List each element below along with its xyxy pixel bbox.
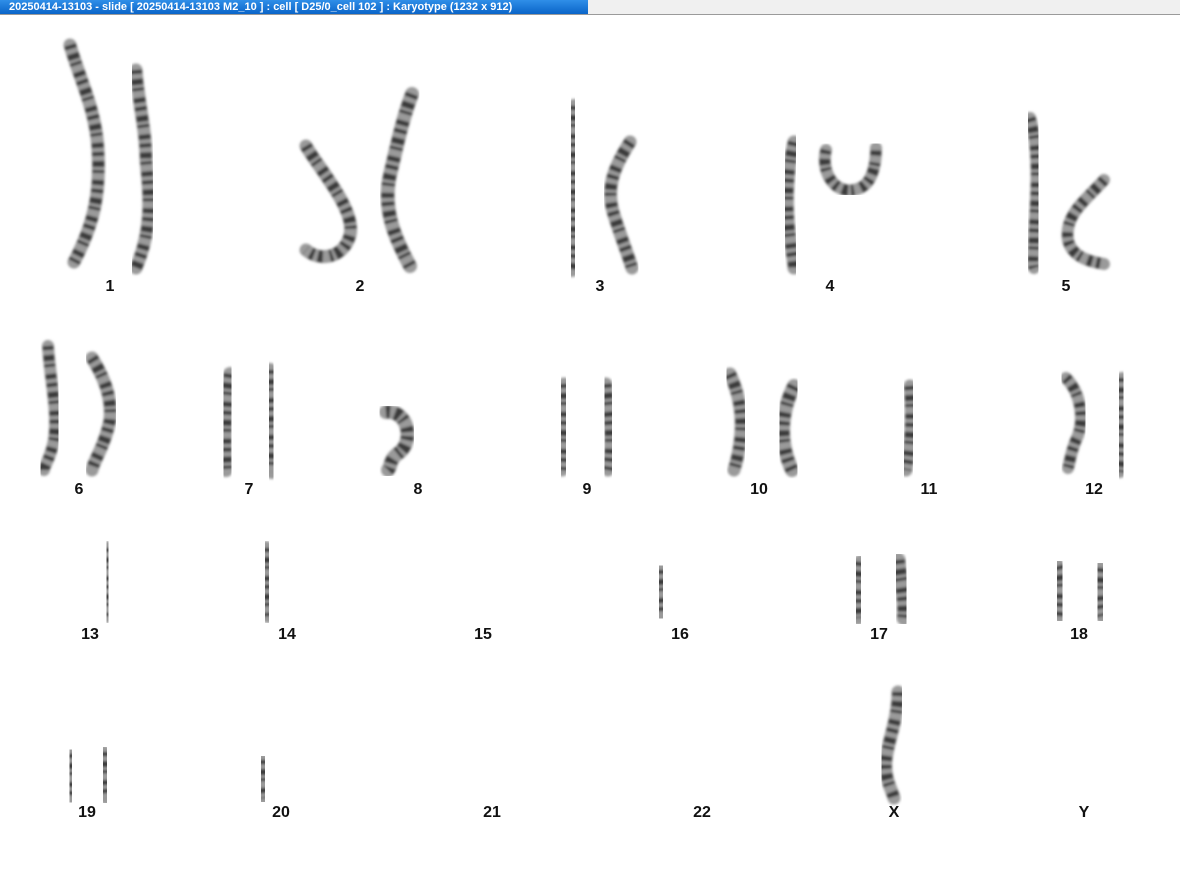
- window-title-bar: 20250414-13103 - slide [ 20250414-13103 …: [0, 0, 1180, 15]
- chromosome-pair-graphic: [1076, 747, 1087, 803]
- window-title-tab[interactable]: 20250414-13103 - slide [ 20250414-13103 …: [0, 0, 588, 14]
- chromosome-label: Y: [1078, 804, 1090, 821]
- karyotype-canvas: 1 2 3 4 5 6 7 8 9 10 11 12 13 14 15 16 17 18 19 20 21 22 X Y: [0, 16, 1180, 878]
